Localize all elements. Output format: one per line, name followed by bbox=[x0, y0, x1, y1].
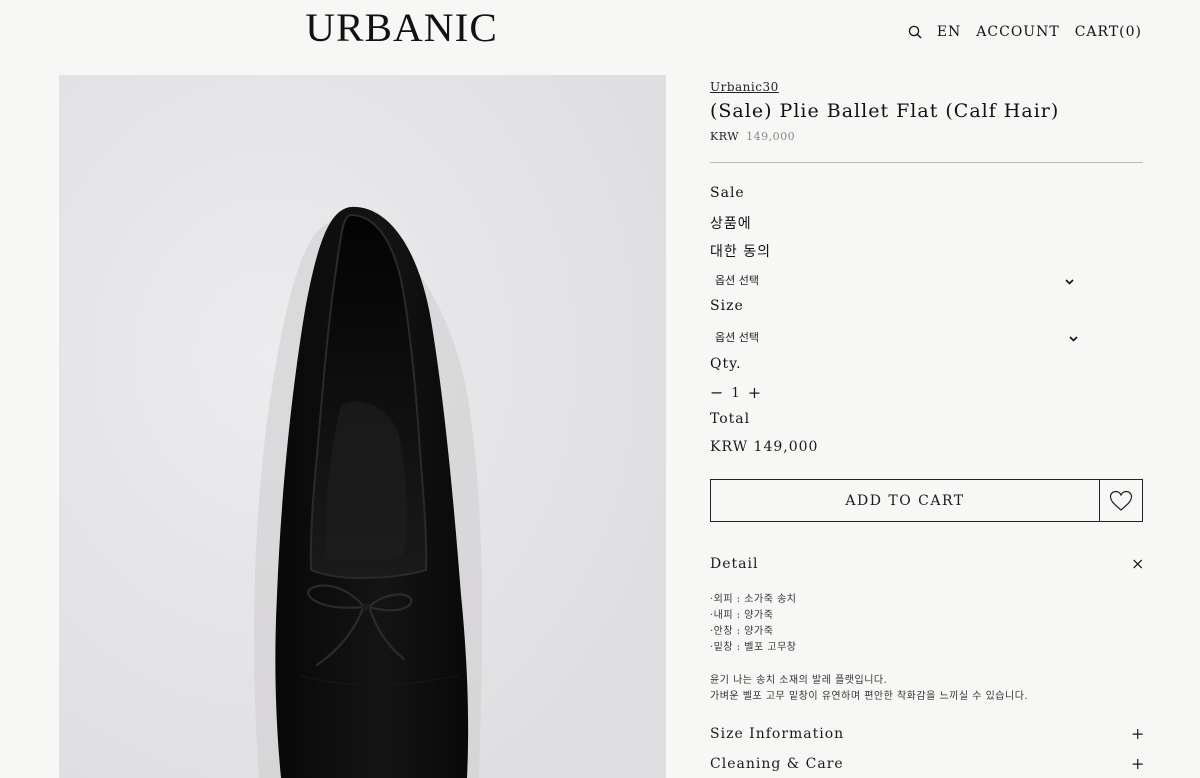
cart-actions: ADD TO CART bbox=[710, 479, 1143, 522]
accordion-title: Cleaning & Care bbox=[710, 755, 844, 772]
brand-logo[interactable]: URBANIC bbox=[305, 8, 498, 48]
chevron-down-icon bbox=[1069, 333, 1078, 342]
brand-link[interactable]: Urbanic30 bbox=[710, 80, 779, 94]
size-info-accordion-header[interactable]: Size Information + bbox=[710, 724, 1144, 743]
qty-value[interactable]: 1 bbox=[731, 386, 739, 401]
qty-stepper: − 1 + bbox=[710, 385, 761, 401]
product-price: KRW 149,000 bbox=[710, 130, 1143, 143]
price-amount: 149,000 bbox=[746, 130, 796, 143]
qty-increase-button[interactable]: + bbox=[748, 385, 761, 401]
divider bbox=[710, 162, 1143, 163]
agree-label-line2: 대한 동의 bbox=[710, 244, 771, 260]
close-icon[interactable]: × bbox=[1131, 554, 1144, 573]
product-image bbox=[59, 75, 666, 778]
desc-line: 윤기 나는 송치 소재의 발레 플랫입니다. bbox=[710, 675, 888, 686]
product-title: (Sale) Plie Ballet Flat (Calf Hair) bbox=[710, 100, 1060, 122]
option-select-size[interactable]: 옵션 선택 bbox=[710, 329, 1081, 345]
size-label: Size bbox=[710, 298, 744, 314]
account-link[interactable]: ACCOUNT bbox=[976, 24, 1059, 40]
desc-line: 가벼운 벨포 고무 밑창이 유연하며 편안한 착화감을 느끼실 수 있습니다. bbox=[710, 691, 1029, 702]
select-value: 옵션 선택 bbox=[715, 274, 759, 287]
qty-label: Qty. bbox=[710, 356, 742, 372]
detail-accordion-header[interactable]: Detail × bbox=[710, 554, 1144, 573]
qty-decrease-button[interactable]: − bbox=[710, 385, 723, 401]
spec-line: ·외피 : 소가죽 송치 bbox=[710, 594, 797, 605]
select-value: 옵션 선택 bbox=[715, 331, 759, 344]
care-accordion-header[interactable]: Cleaning & Care + bbox=[710, 754, 1144, 773]
chevron-down-icon bbox=[1065, 276, 1074, 285]
search-icon[interactable] bbox=[908, 25, 922, 39]
total-value: KRW 149,000 bbox=[710, 439, 819, 455]
detail-title: Detail bbox=[710, 555, 759, 572]
detail-specs: ·외피 : 소가죽 송치 ·내피 : 양가죽 ·안창 : 양가죽 ·밑창 : 벨… bbox=[710, 592, 796, 656]
detail-description: 윤기 나는 송치 소재의 발레 플랫입니다. 가벼운 벨포 고무 밑창이 유연하… bbox=[710, 673, 1028, 705]
sale-label: Sale bbox=[710, 185, 745, 201]
option-select-agree[interactable]: 옵션 선택 bbox=[710, 272, 1077, 288]
cart-link[interactable]: CART(0) bbox=[1075, 24, 1142, 40]
spec-line: ·밑창 : 벨포 고무창 bbox=[710, 642, 797, 653]
plus-icon[interactable]: + bbox=[1131, 724, 1144, 743]
add-to-cart-button[interactable]: ADD TO CART bbox=[710, 479, 1100, 522]
price-currency: KRW bbox=[710, 130, 740, 143]
header-nav: EN ACCOUNT CART(0) bbox=[908, 24, 1142, 40]
product-info: Urbanic30 (Sale) Plie Ballet Flat (Calf … bbox=[710, 76, 1144, 773]
spec-line: ·내피 : 양가죽 bbox=[710, 610, 774, 621]
plus-icon[interactable]: + bbox=[1131, 754, 1144, 773]
agree-label-line1: 상품에 bbox=[710, 216, 752, 232]
accordion-title: Size Information bbox=[710, 725, 845, 742]
total-label: Total bbox=[710, 411, 751, 427]
spec-line: ·안창 : 양가죽 bbox=[710, 626, 774, 637]
language-link[interactable]: EN bbox=[937, 24, 961, 40]
heart-icon[interactable] bbox=[1100, 479, 1143, 522]
